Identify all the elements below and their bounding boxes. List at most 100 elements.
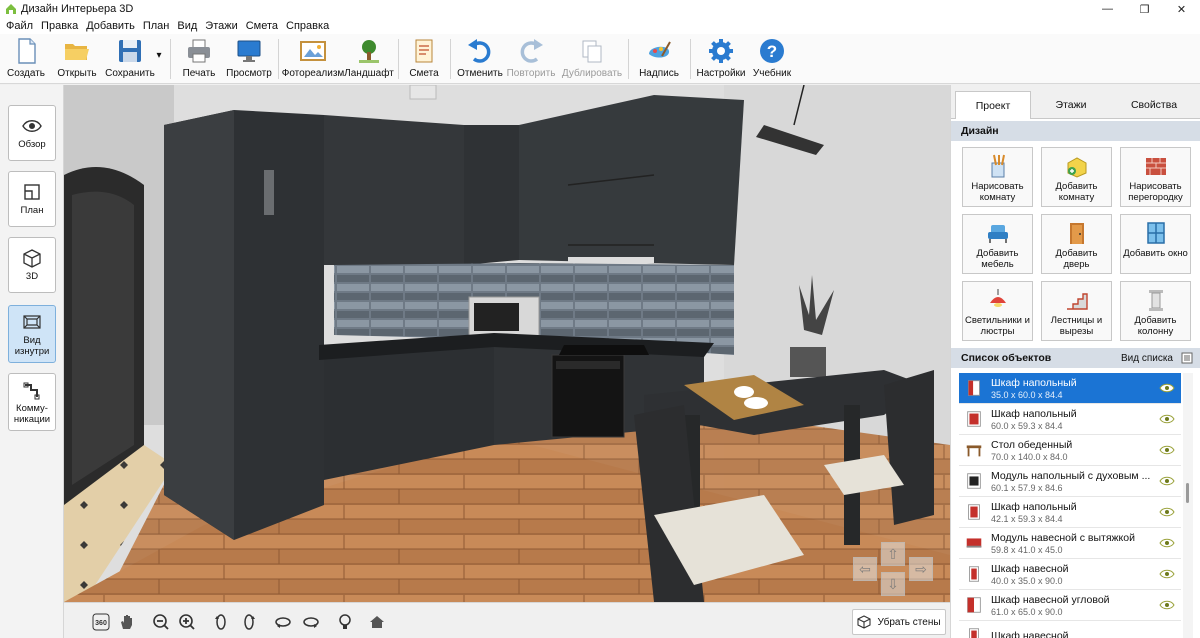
open-button[interactable]: Открыть [54,36,100,82]
redo-button[interactable]: Повторить [506,36,556,82]
eye-icon [22,120,42,132]
home-view-button[interactable] [366,611,388,633]
rotate-left-button[interactable] [210,611,232,633]
pan-button[interactable] [116,611,138,633]
menu-plan[interactable]: План [139,20,174,32]
door-icon [1069,223,1084,244]
walls-icon [857,615,872,629]
create-button[interactable]: Создать [4,36,48,82]
upper-cabinet-corner [464,125,519,265]
remove-walls-button[interactable]: Убрать стены [852,609,946,635]
list-item[interactable]: Модуль напольный с духовым ... 60.1 x 57.… [959,466,1181,497]
sidebar-item-inside-view[interactable]: Вид изнутри [8,305,56,363]
rotate-left-icon [215,614,226,630]
list-item[interactable]: Стол обеденный 70.0 x 140.0 x 84.0 [959,435,1181,466]
notepad-icon [415,39,433,63]
cooktop [559,345,649,355]
zoom-out-button[interactable] [150,611,172,633]
menu-view[interactable]: Вид [173,20,201,32]
menu-file[interactable]: Файл [2,20,37,32]
sidebar-item-3d[interactable]: 3D [8,237,56,293]
tab-project[interactable]: Проект [955,91,1031,119]
add-lights-button[interactable]: Светильники и люстры [962,281,1033,341]
list-item[interactable]: Модуль навесной с вытяжкой 59.8 x 41.0 x … [959,528,1181,559]
plant-pot [790,347,826,377]
ceiling-spotlight [409,85,437,100]
tutorial-button[interactable]: ? Учебник [750,36,794,82]
draw-room-button[interactable]: Нарисовать комнату [962,147,1033,207]
lighting-button[interactable] [334,611,356,633]
printer-icon [188,39,210,63]
estimate-button[interactable]: Смета [404,36,444,82]
list-item[interactable]: Шкаф навесной [959,621,1181,638]
duplicate-button[interactable]: Дублировать [560,36,624,82]
visibility-eye-icon[interactable] [1159,568,1175,580]
draw-partition-button[interactable]: Нарисовать перегородку [1120,147,1191,207]
landscape-button[interactable]: Ландшафт [344,36,394,82]
rotate-right-button[interactable] [238,611,260,633]
design-section-header: Дизайн [951,121,1200,141]
visibility-eye-icon[interactable] [1159,413,1175,425]
menu-add[interactable]: Добавить [82,20,139,32]
list-item[interactable]: Шкаф напольный 60.0 x 59.3 x 84.4 [959,404,1181,435]
print-button[interactable]: Печать [178,36,220,82]
tab-properties[interactable]: Свойства [1111,91,1197,119]
coffee-cup [734,386,754,398]
close-button[interactable]: ✕ [1163,0,1200,18]
nav-right-arrow[interactable]: ⇨ [909,557,933,581]
add-door-button[interactable]: Добавить дверь [1041,214,1112,274]
floor-plan-icon [24,184,40,200]
list-view-icon[interactable] [1181,352,1193,364]
visibility-eye-icon[interactable] [1159,382,1175,394]
object-list-scrollbar[interactable] [1183,373,1193,638]
list-item[interactable]: Шкаф напольный 35.0 x 60.0 x 84.4 [959,373,1181,404]
scrollbar-thumb[interactable] [1186,483,1189,503]
upper-cabinet-right [519,95,744,265]
rotate-360-button[interactable]: 360 [90,611,112,633]
tilt-up-button[interactable] [272,611,294,633]
tree-icon [359,40,379,63]
visibility-eye-icon[interactable] [1159,475,1175,487]
nav-left-arrow[interactable]: ⇦ [853,557,877,581]
visibility-eye-icon[interactable] [1159,444,1175,456]
nav-up-arrow[interactable]: ⇧ [881,542,905,566]
photorealism-button[interactable]: Фотореализм [282,36,344,82]
save-button[interactable]: Сохранить [104,36,156,82]
3d-viewport[interactable]: ⇧ ⇦ ⇨ ⇩ [64,85,950,602]
visibility-eye-icon[interactable] [1159,599,1175,611]
menu-edit[interactable]: Правка [37,20,82,32]
zoom-in-button[interactable] [176,611,198,633]
tab-floors[interactable]: Этажи [1033,91,1109,119]
preview-button[interactable]: Просмотр [226,36,272,82]
brick-wall-icon [1145,158,1166,175]
undo-button[interactable]: Отменить [456,36,504,82]
settings-button[interactable]: Настройки [696,36,746,82]
toolbar: Создать Открыть Сохранить ▾ Печать Просм… [0,34,1200,84]
list-item[interactable]: Шкаф навесной угловой 61.0 x 65.0 x 90.0 [959,590,1181,621]
menu-estimate[interactable]: Смета [242,20,282,32]
sidebar-item-overview[interactable]: Обзор [8,105,56,161]
sidebar-item-utilities[interactable]: Комму-никации [8,373,56,431]
tilt-down-button[interactable] [300,611,322,633]
upper-cabinet-left [324,115,464,265]
add-column-button[interactable]: Добавить колонну [1120,281,1191,341]
minimize-button[interactable]: — [1089,0,1126,18]
visibility-eye-icon[interactable] [1159,537,1175,549]
maximize-button[interactable]: ❐ [1126,0,1163,18]
menu-floors[interactable]: Этажи [201,20,241,32]
add-stairs-button[interactable]: Лестницы и вырезы [1041,281,1112,341]
microwave-door [474,303,519,331]
list-item[interactable]: Шкаф навесной 40.0 x 35.0 x 90.0 [959,559,1181,590]
label-button[interactable]: Надпись [636,36,682,82]
nav-down-arrow[interactable]: ⇩ [881,572,905,596]
add-window-button[interactable]: Добавить окно [1120,214,1191,274]
sidebar-item-plan[interactable]: План [8,171,56,227]
menu-help[interactable]: Справка [282,20,333,32]
list-view-toggle[interactable]: Вид списка [1121,353,1173,364]
panel-tabs: Проект Этажи Свойства [951,85,1200,119]
add-room-button[interactable]: Добавить комнату [1041,147,1112,207]
list-item[interactable]: Шкаф напольный 42.1 x 59.3 x 84.4 [959,497,1181,528]
add-furniture-button[interactable]: Добавить мебель [962,214,1033,274]
visibility-eye-icon[interactable] [1159,506,1175,518]
floppy-disk-icon [119,40,141,62]
